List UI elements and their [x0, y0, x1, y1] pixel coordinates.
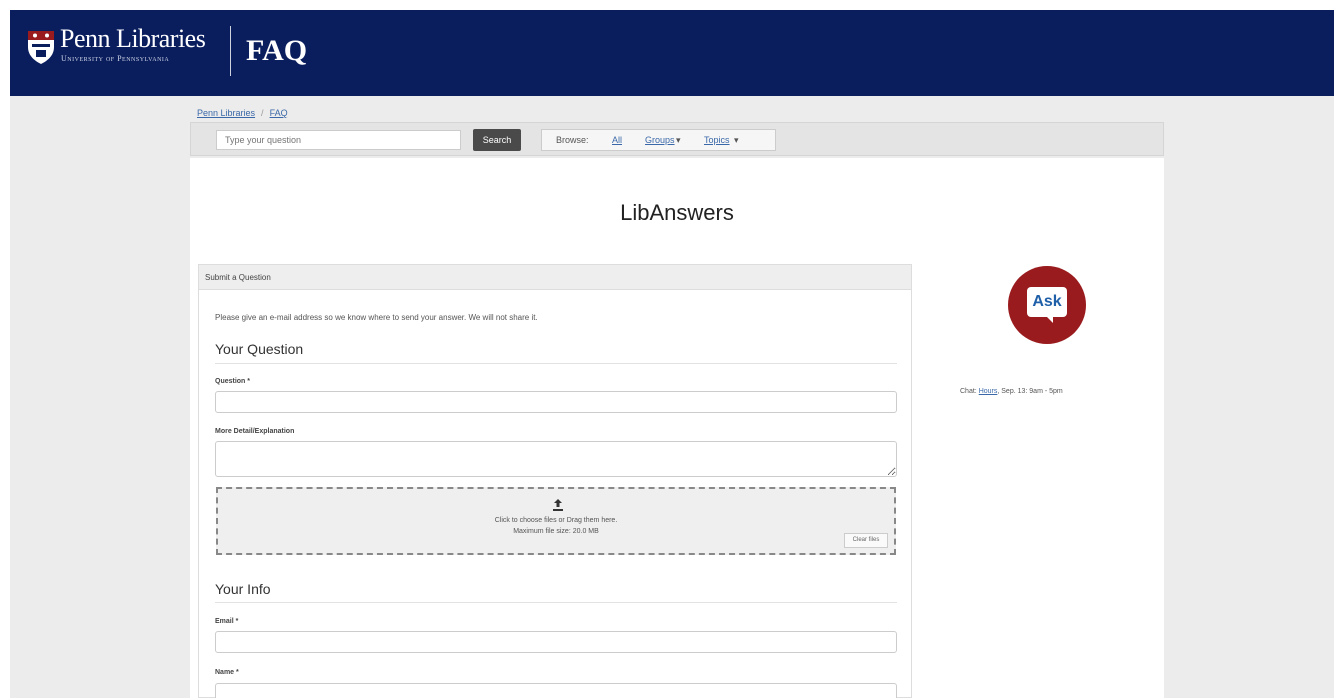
chevron-down-icon: ▾: [734, 135, 739, 145]
breadcrumb: Penn Libraries / FAQ: [197, 108, 288, 118]
brand-name[interactable]: Penn Libraries: [60, 24, 206, 54]
site-title[interactable]: FAQ: [246, 34, 307, 68]
your-info-heading: Your Info: [215, 581, 271, 597]
browse-link-all[interactable]: All: [612, 135, 622, 145]
detail-textarea[interactable]: [215, 441, 897, 477]
email-label: Email *: [215, 618, 239, 625]
section-divider: [215, 363, 897, 364]
search-input[interactable]: [216, 130, 461, 150]
header-divider: [230, 26, 231, 76]
section-divider: [215, 602, 897, 603]
detail-label: More Detail/Explanation: [215, 428, 295, 435]
question-label: Question *: [215, 378, 251, 385]
your-question-heading: Your Question: [215, 341, 304, 357]
ask-chat-button[interactable]: Ask: [1008, 266, 1086, 344]
upload-icon: [553, 499, 563, 511]
question-form-panel: Submit a Question Please give an e-mail …: [198, 264, 912, 698]
chat-hours-link[interactable]: Hours: [979, 388, 998, 395]
form-intro: Please give an e-mail address so we know…: [215, 313, 538, 322]
dropzone-instructions: Click to choose files or Drag them here.: [494, 517, 618, 524]
chat-label: Chat:: [960, 388, 977, 395]
browse-link-groups[interactable]: Groups: [645, 135, 675, 145]
file-dropzone[interactable]: Click to choose files or Drag them here.…: [216, 487, 896, 555]
browse-label: Browse:: [556, 135, 589, 145]
browse-menu: Browse: All Groups ▾ Topics ▾: [541, 129, 776, 151]
email-field[interactable]: [215, 631, 897, 653]
site-header: Penn Libraries University of Pennsylvani…: [10, 10, 1334, 96]
chat-hours-text: , Sep. 13: 9am - 5pm: [997, 388, 1063, 395]
dropzone-max-size: Maximum file size: 20.0 MB: [513, 528, 599, 535]
name-label: Name *: [215, 669, 239, 676]
breadcrumb-separator: /: [261, 108, 264, 118]
search-button[interactable]: Search: [473, 129, 521, 151]
speech-bubble-tail: [1046, 316, 1053, 323]
chevron-down-icon: ▾: [676, 135, 681, 145]
question-input[interactable]: [215, 391, 897, 413]
name-field[interactable]: [215, 683, 897, 698]
search-toolbar: Search Browse: All Groups ▾ Topics ▾: [190, 122, 1164, 156]
ask-chat-icon: Ask: [1027, 287, 1067, 317]
breadcrumb-link-faq[interactable]: FAQ: [270, 108, 288, 118]
penn-shield-logo: [28, 31, 54, 64]
clear-files-button[interactable]: Clear files: [844, 533, 888, 548]
browser-viewport: Penn Libraries University of Pennsylvani…: [10, 10, 1334, 698]
brand-subtitle: University of Pennsylvania: [61, 54, 170, 63]
panel-heading: Submit a Question: [199, 265, 911, 290]
main-content: LibAnswers Submit a Question Please give…: [190, 158, 1164, 698]
browse-link-topics[interactable]: Topics: [704, 135, 730, 145]
breadcrumb-link-penn-libraries[interactable]: Penn Libraries: [197, 108, 255, 118]
page-title: LibAnswers: [620, 200, 734, 225]
chat-hours: Chat: Hours, Sep. 13: 9am - 5pm: [960, 388, 1063, 395]
